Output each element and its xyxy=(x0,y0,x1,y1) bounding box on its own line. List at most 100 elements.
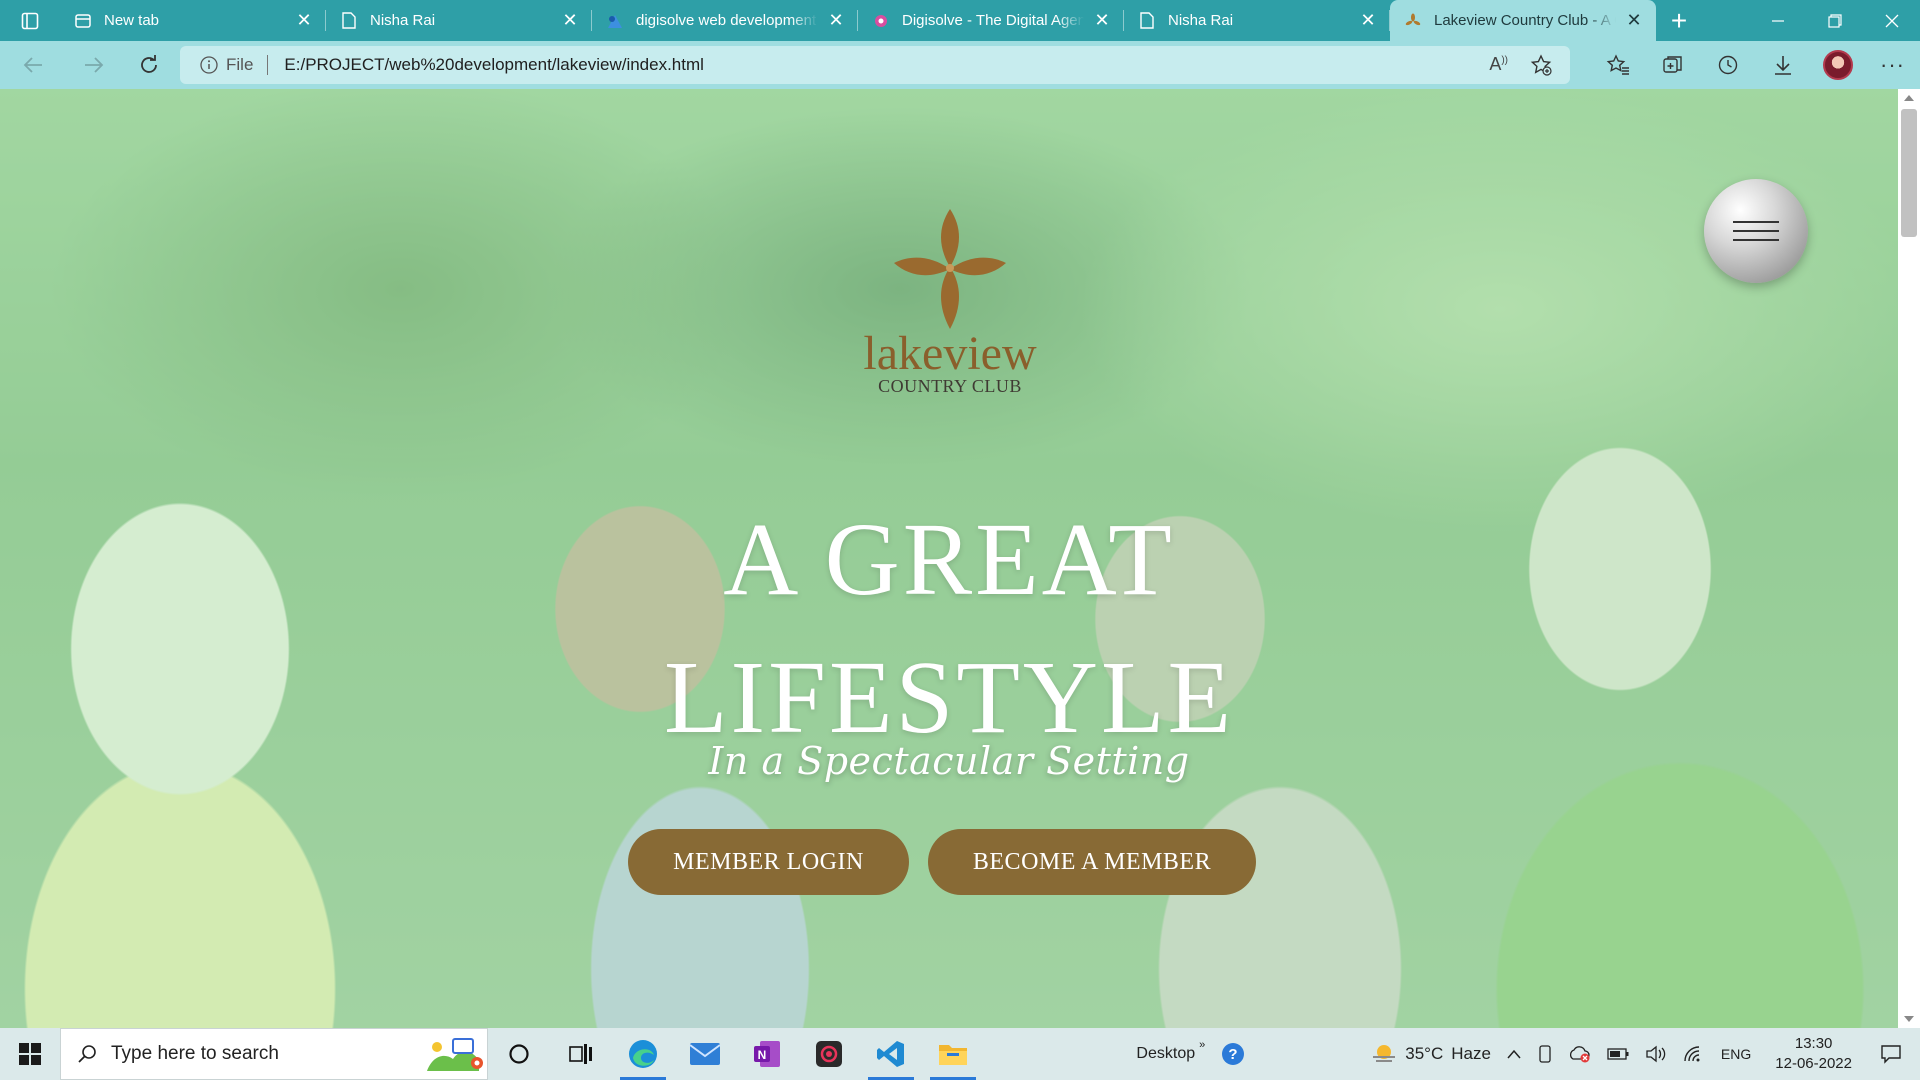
tab-nisha-rai-2[interactable]: Nisha Rai ✕ xyxy=(1124,0,1390,41)
history-icon xyxy=(1718,55,1737,75)
windows-logo-icon xyxy=(19,1043,41,1065)
battery-button[interactable] xyxy=(1599,1048,1637,1060)
language-indicator[interactable]: ENG xyxy=(1713,1046,1759,1062)
haze-sun-icon xyxy=(1373,1045,1396,1062)
cortana-button[interactable] xyxy=(488,1028,550,1080)
desktop-label: Desktop xyxy=(1136,1045,1196,1062)
task-view-icon xyxy=(569,1044,592,1064)
history-button[interactable] xyxy=(1700,41,1755,89)
search-placeholder: Type here to search xyxy=(111,1043,279,1064)
tab-actions-icon xyxy=(21,12,39,29)
favorites-button[interactable] xyxy=(1590,41,1645,89)
close-tab-icon[interactable]: ✕ xyxy=(1092,10,1112,31)
cortana-icon xyxy=(509,1044,529,1064)
taskbar-mail[interactable] xyxy=(674,1028,736,1080)
close-tab-icon[interactable]: ✕ xyxy=(1358,10,1378,31)
task-view-button[interactable] xyxy=(550,1028,612,1080)
restore-button[interactable] xyxy=(1806,0,1863,41)
tab-lakeview[interactable]: Lakeview Country Club - A Great Lifestyl… xyxy=(1390,0,1656,41)
close-tab-icon[interactable]: ✕ xyxy=(294,10,314,31)
hamburger-line xyxy=(1733,221,1779,223)
system-tray: Desktop » ? 35°C Haze ENG 13:30 12-06-20… xyxy=(1128,1028,1920,1080)
newtab-icon xyxy=(74,12,92,30)
volume-button[interactable] xyxy=(1637,1045,1675,1063)
flower-logo-icon xyxy=(894,209,1006,329)
scrollbar-thumb[interactable] xyxy=(1901,109,1917,237)
security-label: File xyxy=(226,55,254,74)
help-button[interactable]: ? xyxy=(1213,1042,1253,1066)
logo-wordmark: lakeview xyxy=(863,327,1037,380)
tab-title: Digisolve - The Digital Agency xyxy=(902,12,1084,29)
minimize-icon xyxy=(1771,19,1784,22)
tab-actions-button[interactable] xyxy=(0,0,60,41)
tab-new-tab[interactable]: New tab ✕ xyxy=(60,0,326,41)
refresh-icon xyxy=(140,55,157,73)
profile-button[interactable] xyxy=(1810,41,1865,89)
tab-title: Nisha Rai xyxy=(1168,12,1234,29)
close-tab-icon[interactable]: ✕ xyxy=(1624,10,1644,31)
scroll-up-arrow-icon[interactable] xyxy=(1904,95,1914,101)
new-tab-button[interactable]: + xyxy=(1656,0,1702,41)
tab-strip: New tab ✕ Nisha Rai ✕ digisolve web deve… xyxy=(0,0,1920,41)
weather-widget[interactable]: 35°C Haze xyxy=(1363,1043,1499,1065)
avatar xyxy=(1822,50,1853,80)
become-member-button[interactable]: BECOME A MEMBER xyxy=(928,829,1256,895)
info-icon xyxy=(200,56,218,74)
hero-headline: A GREAT LIFESTYLE xyxy=(0,491,1898,767)
taskbar-edge[interactable] xyxy=(612,1028,674,1080)
taskbar-search-box[interactable]: Type here to search xyxy=(60,1028,488,1080)
refresh-button[interactable] xyxy=(121,41,176,89)
page-icon xyxy=(1138,12,1156,30)
network-button[interactable] xyxy=(1675,1045,1713,1063)
member-login-button[interactable]: MEMBER LOGIN xyxy=(628,829,909,895)
hamburger-menu-button[interactable] xyxy=(1704,179,1808,283)
tab-nisha-rai[interactable]: Nisha Rai ✕ xyxy=(326,0,592,41)
search-highlight-icon xyxy=(427,1038,483,1071)
clock-time: 13:30 xyxy=(1794,1035,1833,1052)
tab-digisolve-agency[interactable]: Digisolve - The Digital Agency ✕ xyxy=(858,0,1124,41)
chevron-up-icon xyxy=(1507,1049,1521,1059)
collections-button[interactable] xyxy=(1645,41,1700,89)
url-text[interactable]: E:/PROJECT/web%20development/lakeview/in… xyxy=(284,55,1489,75)
taskbar-onenote[interactable]: N xyxy=(736,1028,798,1080)
start-button[interactable] xyxy=(0,1028,60,1080)
read-aloud-icon[interactable]: A)) xyxy=(1489,54,1508,76)
vscode-icon xyxy=(877,1041,904,1067)
browser-toolbar: File E:/PROJECT/web%20development/lakevi… xyxy=(0,41,1920,89)
back-button[interactable] xyxy=(0,41,66,89)
more-icon: ··· xyxy=(1880,52,1905,77)
add-favorite-icon[interactable] xyxy=(1530,54,1552,76)
site-info-button[interactable]: File xyxy=(200,55,253,75)
plus-icon: + xyxy=(1670,4,1688,36)
vpn-warning-icon xyxy=(1569,1046,1590,1063)
scroll-down-arrow-icon[interactable] xyxy=(1904,1016,1914,1022)
forward-button[interactable] xyxy=(66,41,121,89)
download-icon xyxy=(1774,56,1791,75)
digisolve-icon xyxy=(606,12,624,30)
tab-digisolve-web-development[interactable]: digisolve web development ✕ xyxy=(592,0,858,41)
close-icon xyxy=(1885,14,1898,27)
desktop-toolbar[interactable]: Desktop » xyxy=(1128,1039,1213,1063)
close-tab-icon[interactable]: ✕ xyxy=(826,10,846,31)
tab-title: Lakeview Country Club - A Great Lifestyl… xyxy=(1434,12,1616,29)
clock[interactable]: 13:30 12-06-2022 xyxy=(1759,1034,1868,1074)
downloads-button[interactable] xyxy=(1755,41,1810,89)
show-hidden-icons-button[interactable] xyxy=(1499,1049,1529,1059)
close-tab-icon[interactable]: ✕ xyxy=(560,10,580,31)
address-bar[interactable]: File E:/PROJECT/web%20development/lakevi… xyxy=(180,46,1570,84)
meet-now-button[interactable] xyxy=(1529,1045,1561,1063)
settings-more-button[interactable]: ··· xyxy=(1865,41,1920,89)
edge-icon xyxy=(629,1040,657,1068)
close-window-button[interactable] xyxy=(1863,0,1920,41)
minimize-button[interactable] xyxy=(1749,0,1806,41)
lakeview-logo[interactable]: lakeview COUNTRY CLUB xyxy=(840,207,1060,397)
weather-temp: 35°C xyxy=(1405,1044,1444,1063)
taskbar-file-explorer[interactable] xyxy=(922,1028,984,1080)
page-scrollbar[interactable] xyxy=(1898,89,1920,1028)
tab-title: New tab xyxy=(104,12,160,29)
vpn-status-button[interactable] xyxy=(1561,1045,1599,1063)
window-controls xyxy=(1749,0,1920,41)
taskbar-recorder[interactable] xyxy=(798,1028,860,1080)
notification-center-button[interactable] xyxy=(1868,1044,1920,1064)
taskbar-vscode[interactable] xyxy=(860,1028,922,1080)
